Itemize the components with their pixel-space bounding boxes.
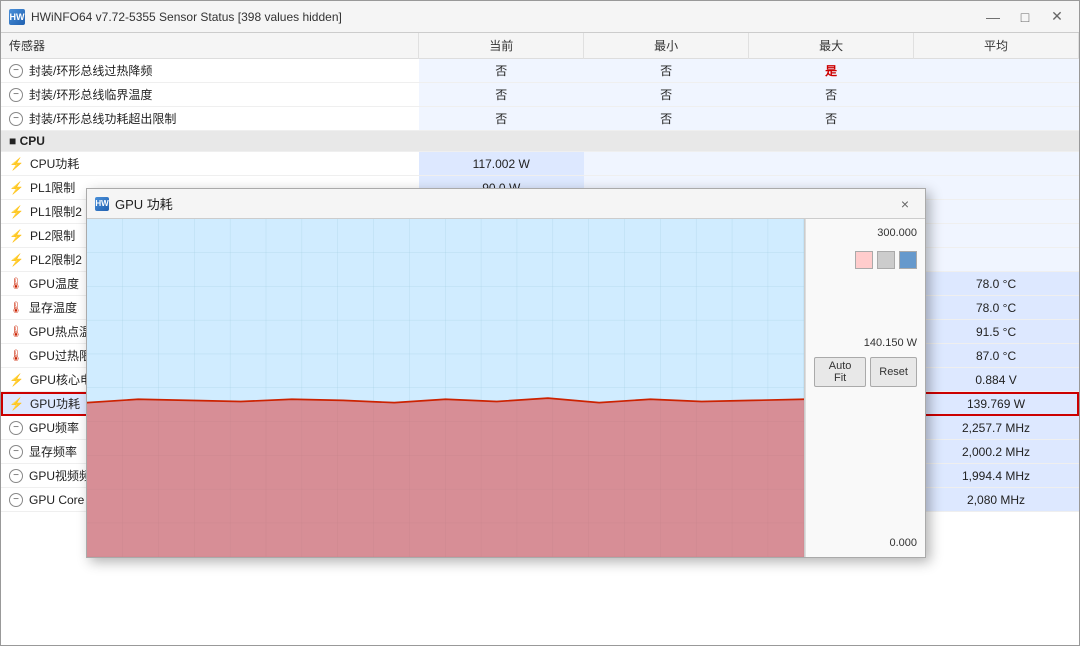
reset-button[interactable]: Reset [870,357,917,387]
sensor-name: − 封装/环形总线临界温度 [1,83,419,107]
bolt-icon: ⚡ [9,229,24,243]
table-row: ⚡ CPU功耗 117.002 W [1,152,1079,176]
current-val: 否 [419,59,584,83]
temp-icon: 🌡 [9,277,23,290]
titlebar: HW HWiNFO64 v7.72-5355 Sensor Status [39… [1,1,1079,33]
avg-val: 0.884 V [914,368,1079,392]
chart-panel: 300.000 140.150 W Auto Fit Reset 0.000 [805,219,925,557]
chart-area [87,219,805,557]
avg-val: 87.0 °C [914,344,1079,368]
avg-val [914,152,1079,176]
chart-y-mid: 140.150 W [814,337,917,349]
bolt-icon: ⚡ [9,397,24,411]
avg-val [914,107,1079,131]
section-row-cpu: ■ CPU [1,131,1079,152]
bolt-icon: ⚡ [9,157,24,171]
min-val: 否 [584,59,749,83]
gpu-dialog-body: 300.000 140.150 W Auto Fit Reset 0.000 [87,219,925,557]
max-val: 否 [749,107,914,131]
min-val: 否 [584,107,749,131]
chart-y-min: 0.000 [814,537,917,549]
minus-icon: − [9,421,23,435]
col-max: 最大 [749,33,914,59]
col-min: 最小 [584,33,749,59]
chart-action-buttons: Auto Fit Reset [814,357,917,387]
avg-val [914,224,1079,248]
content-area: 传感器 当前 最小 最大 平均 − 封装/环形总线过热降频 [1,33,1079,645]
avg-val: 2,257.7 MHz [914,416,1079,440]
avg-val [914,248,1079,272]
sensor-name: − 封装/环形总线过热降频 [1,59,419,83]
minus-icon: − [9,469,23,483]
swatch-2[interactable] [877,251,895,269]
table-header-row: 传感器 当前 最小 最大 平均 [1,33,1079,59]
temp-icon: 🌡 [9,349,23,362]
avg-val: 91.5 °C [914,320,1079,344]
gpu-dialog-icon: HW [95,197,109,211]
color-swatches [814,251,917,269]
minus-icon: − [9,493,23,507]
avg-val [914,83,1079,107]
gpu-dialog-titlebar: HW GPU 功耗 × [87,189,925,219]
bolt-icon: ⚡ [9,181,24,195]
temp-icon: 🌡 [9,301,23,314]
sensor-name: ⚡ CPU功耗 [1,152,419,176]
table-row: − 封装/环形总线过热降频 否 否 是 [1,59,1079,83]
table-row: − 封装/环形总线功耗超出限制 否 否 否 [1,107,1079,131]
max-val: 否 [749,83,914,107]
section-label: ■ CPU [1,131,1079,152]
avg-val: 1,994.4 MHz [914,464,1079,488]
window-title: HWiNFO64 v7.72-5355 Sensor Status [398 v… [31,10,979,24]
max-val: 是 [749,59,914,83]
minus-icon: − [9,445,23,459]
chart-y-max: 300.000 [814,227,917,239]
swatch-3[interactable] [899,251,917,269]
bolt-icon: ⚡ [9,205,24,219]
max-val [749,152,914,176]
temp-icon: 🌡 [9,325,23,338]
sensor-name: − 封装/环形总线功耗超出限制 [1,107,419,131]
gpu-dialog-close-button[interactable]: × [893,194,917,214]
gpu-power-dialog: HW GPU 功耗 × [86,188,926,558]
swatch-1[interactable] [855,251,873,269]
avg-val: 2,080 MHz [914,488,1079,512]
avg-val: 78.0 °C [914,272,1079,296]
min-val [584,152,749,176]
gpu-power-chart [87,219,804,557]
minus-icon: − [9,112,23,126]
minus-icon: − [9,88,23,102]
minus-icon: − [9,64,23,78]
bolt-icon: ⚡ [9,373,24,387]
titlebar-buttons: — □ ✕ [979,6,1071,28]
avg-val [914,176,1079,200]
avg-val [914,59,1079,83]
maximize-button[interactable]: □ [1011,6,1039,28]
minimize-button[interactable]: — [979,6,1007,28]
current-val: 117.002 W [419,152,584,176]
avg-val: 139.769 W [914,392,1079,416]
main-window: HW HWiNFO64 v7.72-5355 Sensor Status [39… [0,0,1080,646]
avg-val [914,200,1079,224]
col-avg: 平均 [914,33,1079,59]
min-val: 否 [584,83,749,107]
avg-val: 2,000.2 MHz [914,440,1079,464]
col-current: 当前 [419,33,584,59]
current-val: 否 [419,107,584,131]
auto-fit-button[interactable]: Auto Fit [814,357,866,387]
gpu-dialog-title: GPU 功耗 [115,194,893,213]
col-sensor: 传感器 [1,33,419,59]
avg-val: 78.0 °C [914,296,1079,320]
bolt-icon: ⚡ [9,253,24,267]
current-val: 否 [419,83,584,107]
close-button[interactable]: ✕ [1043,6,1071,28]
table-row: − 封装/环形总线临界温度 否 否 否 [1,83,1079,107]
app-icon: HW [9,9,25,25]
